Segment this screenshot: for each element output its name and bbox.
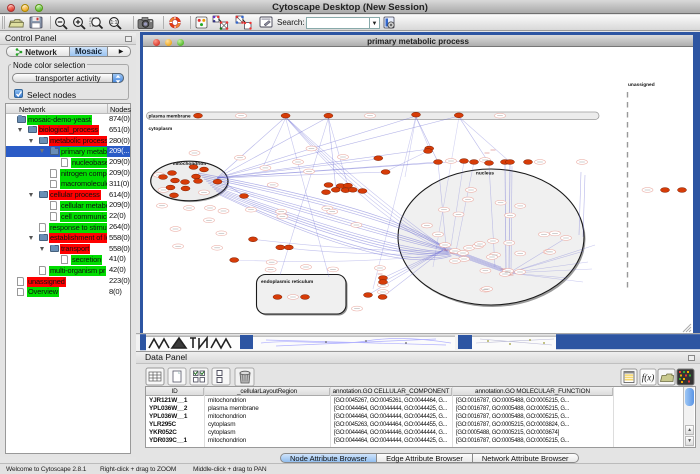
- svg-text:mitochondrion: mitochondrion: [173, 161, 207, 167]
- svg-text:cytoplasm: cytoplasm: [149, 126, 173, 132]
- svg-text:f(x): f(x): [642, 373, 655, 383]
- svg-text:unassigned: unassigned: [628, 82, 655, 88]
- svg-text:1:1: 1:1: [111, 20, 118, 26]
- svg-text:endoplasmic reticulum: endoplasmic reticulum: [261, 279, 313, 285]
- svg-text:nucleus: nucleus: [476, 171, 494, 177]
- svg-text:plasma membrane: plasma membrane: [149, 114, 191, 120]
